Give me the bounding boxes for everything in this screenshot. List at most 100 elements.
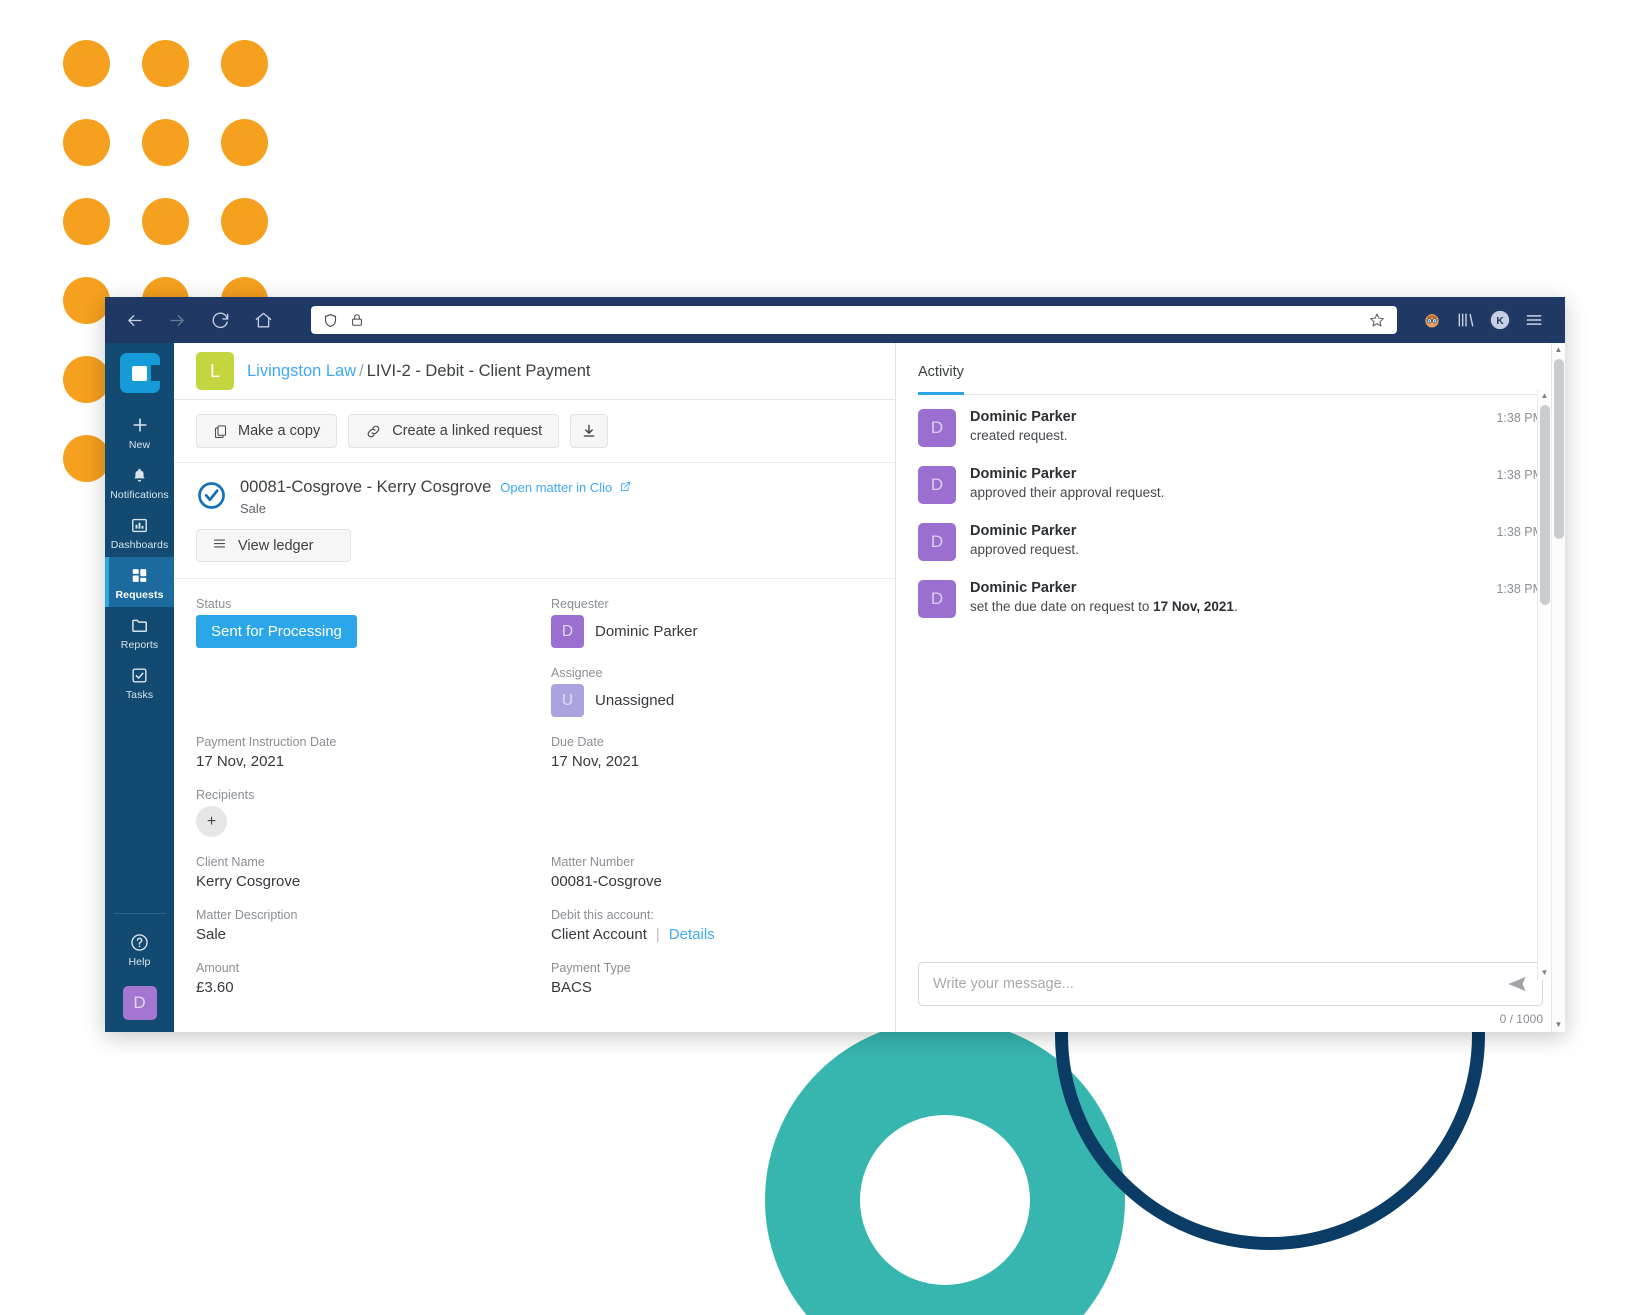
scroll-up-icon[interactable]: ▲ [1541,389,1549,403]
account-badge[interactable]: K [1483,305,1517,335]
app-logo[interactable] [119,353,160,393]
decorative-dot [221,40,268,87]
page-scrollbar[interactable]: ▲ ▼ [1551,343,1565,1032]
send-icon[interactable] [1506,973,1528,995]
page-scroll-down-icon[interactable]: ▼ [1555,1018,1563,1032]
request-toolbar: Make a copy Create a linked request [174,400,895,463]
field-due-date: Due Date 17 Nov, 2021 [551,735,873,770]
activity-author: Dominic Parker [970,466,1077,482]
status-badge[interactable]: Sent for Processing [196,615,357,648]
matter-subtitle: Sale [240,501,267,516]
field-recipients-spacer [551,788,873,837]
field-matter-description: Matter Description Sale [196,908,551,943]
sidebar-item-tasks[interactable]: Tasks [105,657,174,707]
activity-text: set the due date on request to 17 Nov, 2… [970,599,1482,614]
download-icon [581,423,597,439]
field-payment-type: Payment Type BACS [551,961,873,996]
tab-activity[interactable]: Activity [918,364,964,395]
scroll-down-icon[interactable]: ▼ [1541,966,1549,980]
star-icon[interactable] [1369,312,1385,328]
bell-icon [131,464,148,486]
field-payment-instruction-date: Payment Instruction Date 17 Nov, 2021 [196,735,551,770]
message-box[interactable] [918,962,1543,1006]
debit-account-divider: | [655,926,660,943]
sidebar-item-help[interactable]: Help [105,924,174,974]
page-scroll-thumb [1554,359,1564,539]
field-requester-label: Requester [551,597,609,611]
bar-chart-icon [130,514,149,536]
view-ledger-label: View ledger [238,537,314,554]
matter-header-row: 00081-Cosgrove - Kerry Cosgrove Open mat… [196,478,873,516]
hamburger-menu-icon[interactable] [1517,305,1551,335]
extension-face-icon[interactable] [1415,305,1449,335]
activity-panel: Activity D Dominic Parker created reques… [896,343,1565,1032]
breadcrumb-org-link[interactable]: Livingston Law [247,362,356,380]
open-matter-label: Open matter in Clio [500,480,613,495]
request-detail-column: L Livingston Law / LIVI-2 - Debit - Client… [174,343,896,1032]
sidebar-label-new: New [128,439,151,451]
avatar: D [918,409,956,447]
url-input[interactable] [376,312,1357,328]
field-assignee: Assignee U Unassigned [551,666,873,717]
avatar: D [918,523,956,561]
field-matter-number-label: Matter Number [551,855,635,869]
decorative-dot [63,356,110,403]
field-amount-label: Amount [196,961,240,975]
reload-icon[interactable] [205,305,235,335]
requester-person: D Dominic Parker [551,615,873,648]
activity-text-main: approved their approval request. [970,485,1165,500]
activity-scrollbar[interactable]: ▲ ▼ [1537,389,1551,980]
page-scroll-up-icon[interactable]: ▲ [1555,343,1563,357]
char-counter: 0 / 1000 [1499,1012,1543,1026]
url-bar[interactable] [311,306,1397,334]
page-root: K New Notifications Dashboards Requests … [0,0,1650,1315]
app-page: L Livingston Law / LIVI-2 - Debit - Client… [174,343,1565,1032]
scroll-track[interactable] [1538,403,1551,966]
create-linked-request-button[interactable]: Create a linked request [348,414,560,448]
library-icon[interactable] [1449,305,1483,335]
list-icon [212,536,227,555]
app-sidebar: New Notifications Dashboards Requests Re… [105,343,174,1032]
activity-author: Dominic Parker [970,523,1077,539]
copy-icon [213,424,228,439]
activity-item: D Dominic Parker set the due date on req… [918,580,1543,618]
open-matter-in-clio-link[interactable]: Open matter in Clio [500,480,631,495]
plus-icon [130,414,150,436]
breadcrumb-current: LIVI-2 - Debit - Client Payment [366,361,591,380]
page-scroll-track[interactable] [1552,357,1565,1018]
matter-card: 00081-Cosgrove - Kerry Cosgrove Open mat… [174,463,895,579]
sidebar-item-notifications[interactable]: Notifications [105,457,174,507]
shield-icon [323,313,338,328]
forward-arrow-icon[interactable] [162,305,192,335]
field-client-name-label: Client Name [196,855,265,869]
home-icon[interactable] [248,305,278,335]
back-arrow-icon[interactable] [119,305,149,335]
sidebar-item-dashboards[interactable]: Dashboards [105,507,174,557]
decorative-dot [63,435,110,482]
add-recipient-button[interactable]: + [196,806,227,837]
request-details-grid: Status Sent for Processing Requester D D… [174,579,895,1014]
sidebar-item-new[interactable]: New [105,407,174,457]
sidebar-item-requests[interactable]: Requests [105,557,174,607]
field-matter-number-value: 00081-Cosgrove [551,873,662,890]
debit-account-details-link[interactable]: Details [669,926,715,943]
scroll-thumb [1540,405,1550,605]
activity-item: D Dominic Parker approved request. 1:38 … [918,523,1543,561]
sidebar-user-avatar[interactable]: D [122,986,157,1020]
message-input[interactable] [933,976,1506,992]
assignee-person: U Unassigned [551,684,873,717]
decorative-dot [142,119,189,166]
make-a-copy-label: Make a copy [238,423,321,439]
requester-name: Dominic Parker [595,623,698,640]
sidebar-bottom: Help D [113,913,166,1020]
activity-text-main: approved request. [970,542,1079,557]
download-button[interactable] [570,414,609,448]
sidebar-item-reports[interactable]: Reports [105,607,174,657]
make-a-copy-button[interactable]: Make a copy [196,414,338,448]
field-payment-instruction-date-value: 17 Nov, 2021 [196,753,285,770]
view-ledger-button[interactable]: View ledger [196,529,351,562]
link-icon [365,423,382,440]
field-payment-type-label: Payment Type [551,961,631,975]
field-status-label: Status [196,597,232,611]
activity-author: Dominic Parker [970,409,1077,425]
